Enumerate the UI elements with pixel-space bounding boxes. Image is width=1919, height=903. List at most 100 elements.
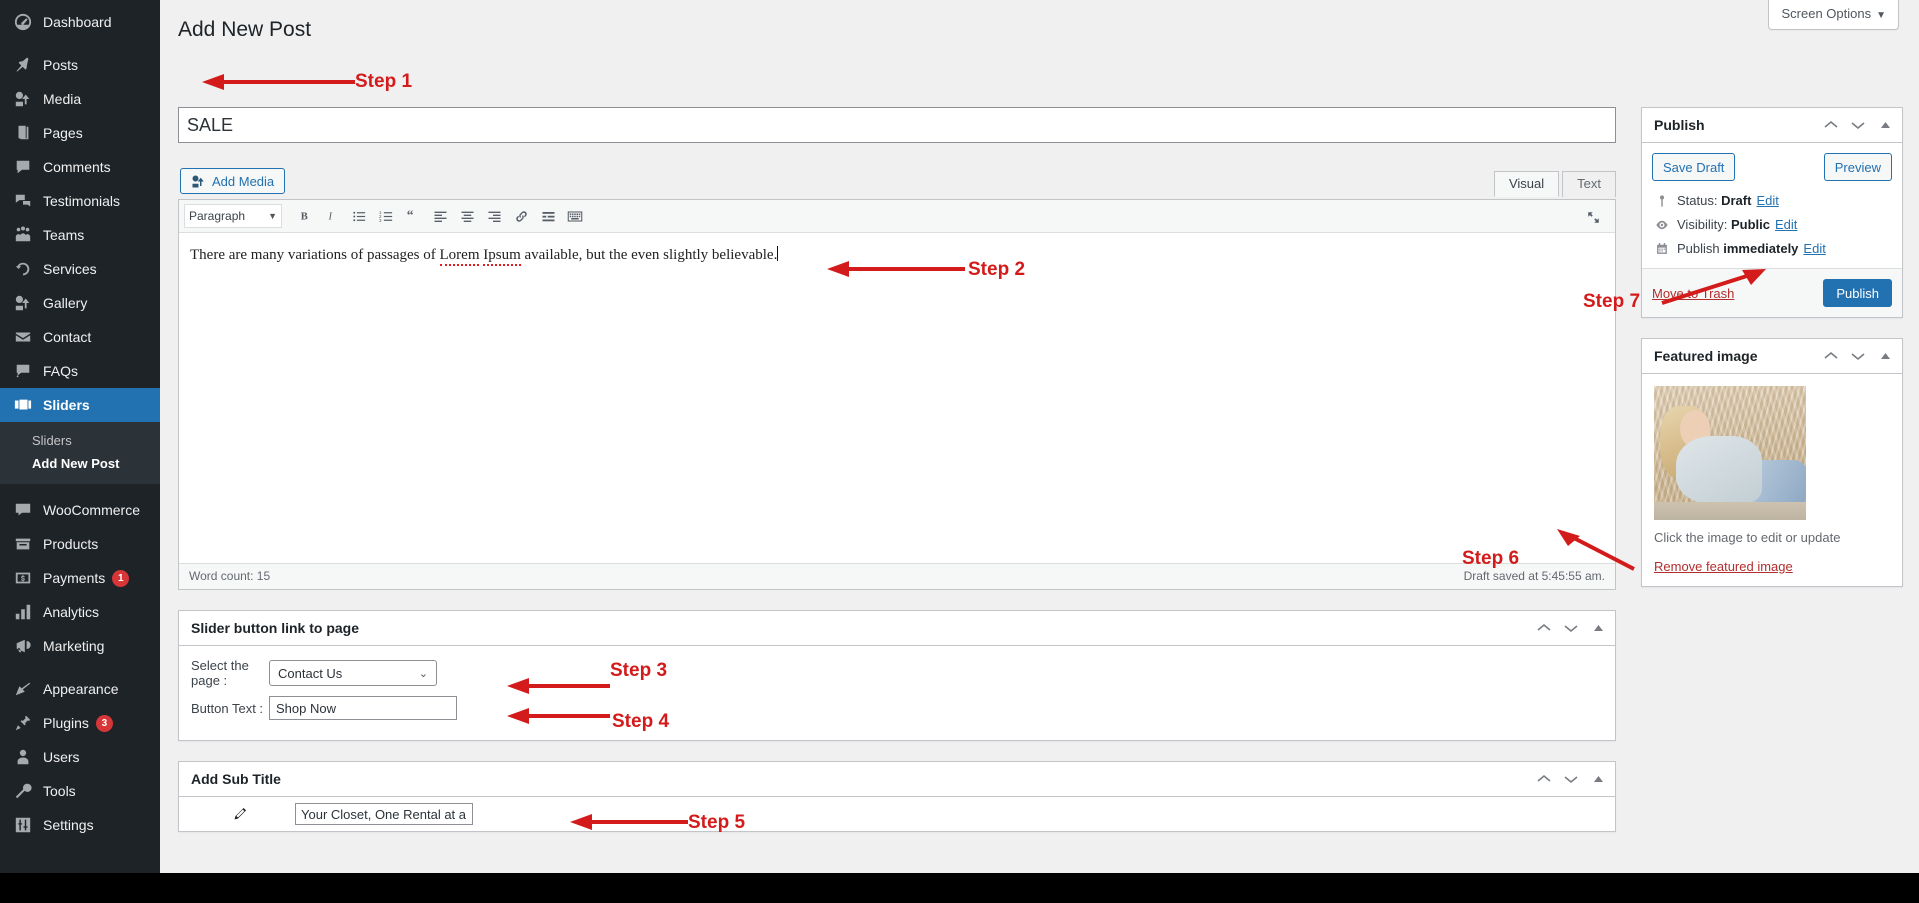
sidebar-item-woocommerce[interactable]: WooCommerce — [0, 493, 160, 527]
numbered-list-icon[interactable]: 123 — [373, 204, 399, 228]
sidebar-item-teams[interactable]: Teams — [0, 218, 160, 252]
post-title-input[interactable] — [178, 107, 1616, 144]
tab-text[interactable]: Text — [1562, 171, 1616, 198]
sidebar-item-label: Appearance — [43, 681, 119, 697]
gallery-icon — [12, 293, 34, 313]
sidebar-item-sliders[interactable]: Sliders — [0, 388, 168, 422]
move-up-icon[interactable] — [1824, 118, 1838, 132]
link-icon[interactable] — [508, 204, 534, 228]
teams-icon — [12, 225, 34, 245]
publish-button[interactable]: Publish — [1823, 279, 1892, 308]
sidebar-item-pages[interactable]: Pages — [0, 116, 160, 150]
page-title: Add New Post — [178, 18, 312, 41]
editor-box: Paragraph ▼ B I 123 “ There are many var… — [178, 199, 1616, 591]
toggle-panel-icon[interactable] — [1878, 349, 1892, 363]
sidebar-item-media[interactable]: Media — [0, 82, 160, 116]
select-page-value: Contact Us — [278, 665, 343, 681]
sidebar-item-users[interactable]: Users — [0, 740, 160, 774]
postbox-header: Add Sub Title — [179, 762, 1615, 798]
status-label: Status: — [1677, 193, 1718, 209]
move-up-icon[interactable] — [1537, 621, 1551, 635]
sidebar-item-label: Dashboard — [43, 14, 112, 30]
align-left-icon[interactable] — [427, 204, 453, 228]
preview-button[interactable]: Preview — [1823, 153, 1892, 182]
sidebar-item-label: Media — [43, 91, 82, 107]
envelope-icon — [12, 327, 34, 347]
select-page-dropdown[interactable]: Contact Us ⌄ — [269, 660, 437, 687]
sidebar-item-dashboard[interactable]: Dashboard — [0, 5, 160, 39]
media-icon — [12, 89, 34, 109]
bulleted-list-icon[interactable] — [346, 204, 372, 228]
settings-icon — [12, 815, 34, 835]
users-icon — [12, 747, 34, 767]
blockquote-icon[interactable]: “ — [400, 204, 426, 228]
align-right-icon[interactable] — [481, 204, 507, 228]
sidebar-item-analytics[interactable]: Analytics — [0, 595, 160, 629]
sub-title-input[interactable] — [295, 803, 473, 826]
sidebar-item-label: Pages — [43, 125, 83, 141]
sidebar-item-faqs[interactable]: FAQs — [0, 354, 160, 388]
sidebar-item-testimonials[interactable]: Testimonials — [0, 184, 160, 218]
sidebar-item-plugins[interactable]: Plugins 3 — [0, 706, 160, 740]
move-down-icon[interactable] — [1564, 772, 1578, 786]
move-to-trash-link[interactable]: Move to Trash — [1652, 286, 1734, 301]
align-center-icon[interactable] — [454, 204, 480, 228]
tab-visual[interactable]: Visual — [1493, 171, 1560, 198]
move-up-icon[interactable] — [1537, 772, 1551, 786]
move-down-icon[interactable] — [1851, 118, 1865, 132]
toggle-panel-icon[interactable] — [1878, 118, 1892, 132]
annotation-label-step-7: Step 7 — [1583, 291, 1641, 312]
publish-edit-link[interactable]: Edit — [1803, 241, 1825, 256]
sidebar-item-services[interactable]: Services — [0, 252, 160, 286]
publish-box: Publish Save Draft Preview Status: Draft… — [1641, 107, 1903, 319]
sidebar-item-appearance[interactable]: Appearance — [0, 672, 160, 706]
sidebar-item-label: Teams — [43, 227, 85, 243]
sidebar-item-label: Analytics — [43, 604, 100, 620]
sliders-icon — [12, 395, 34, 415]
sidebar-subitem-sliders[interactable]: Sliders — [0, 429, 160, 452]
status-edit-link[interactable]: Edit — [1756, 193, 1778, 208]
editor-tabs: Visual Text — [1491, 171, 1616, 198]
media-icon — [192, 175, 204, 188]
fullscreen-icon[interactable] — [1580, 205, 1606, 229]
move-down-icon[interactable] — [1564, 621, 1578, 635]
add-media-label: Add Media — [212, 173, 275, 189]
button-text-input[interactable] — [269, 696, 457, 721]
save-draft-button[interactable]: Save Draft — [1652, 153, 1736, 182]
sidebar-item-posts[interactable]: Posts — [0, 48, 160, 82]
toolbar-toggle-icon[interactable] — [562, 204, 588, 228]
read-more-icon[interactable] — [535, 204, 561, 228]
sidebar-item-tools[interactable]: Tools — [0, 774, 160, 808]
toggle-panel-icon[interactable] — [1591, 772, 1605, 786]
sidebar-item-gallery[interactable]: Gallery — [0, 286, 160, 320]
sidebar-item-comments[interactable]: Comments — [0, 150, 160, 184]
move-up-icon[interactable] — [1824, 349, 1838, 363]
toggle-panel-icon[interactable] — [1591, 621, 1605, 635]
sidebar-item-label: Marketing — [43, 638, 105, 654]
add-media-button[interactable]: Add Media — [180, 168, 286, 195]
sidebar-item-payments[interactable]: Payments 1 — [0, 561, 160, 595]
annotation-label-step-3: Step 3 — [610, 660, 668, 681]
screen-options-button[interactable]: Screen Options ▼ — [1768, 0, 1899, 30]
slider-button-link-box: Slider button link to page Select the pa… — [178, 610, 1616, 742]
sidebar-item-marketing[interactable]: Marketing — [0, 629, 160, 663]
sidebar-item-products[interactable]: Products — [0, 527, 160, 561]
sidebar-item-settings[interactable]: Settings — [0, 808, 160, 842]
postbox-header: Slider button link to page — [179, 611, 1615, 647]
payments-badge: 1 — [112, 569, 130, 587]
featured-image-thumbnail[interactable] — [1654, 386, 1806, 521]
move-down-icon[interactable] — [1851, 349, 1865, 363]
chevron-down-icon: ⌄ — [418, 667, 428, 680]
sidebar-subitem-add-new-post[interactable]: Add New Post — [0, 452, 160, 475]
pin-status-icon — [1652, 194, 1672, 208]
bold-icon[interactable]: B — [292, 204, 318, 228]
format-select[interactable]: Paragraph ▼ — [184, 204, 282, 229]
italic-icon[interactable]: I — [319, 204, 345, 228]
sidebar-item-contact[interactable]: Contact — [0, 320, 160, 354]
visibility-edit-link[interactable]: Edit — [1775, 217, 1797, 232]
add-sub-title-box: Add Sub Title — [178, 761, 1616, 833]
annotation-label-step-1: Step 1 — [355, 71, 413, 92]
remove-featured-image-link[interactable]: Remove featured image — [1654, 559, 1890, 574]
sidebar-item-label: WooCommerce — [43, 502, 140, 518]
editor-content[interactable]: There are many variations of passages of… — [179, 233, 1615, 564]
